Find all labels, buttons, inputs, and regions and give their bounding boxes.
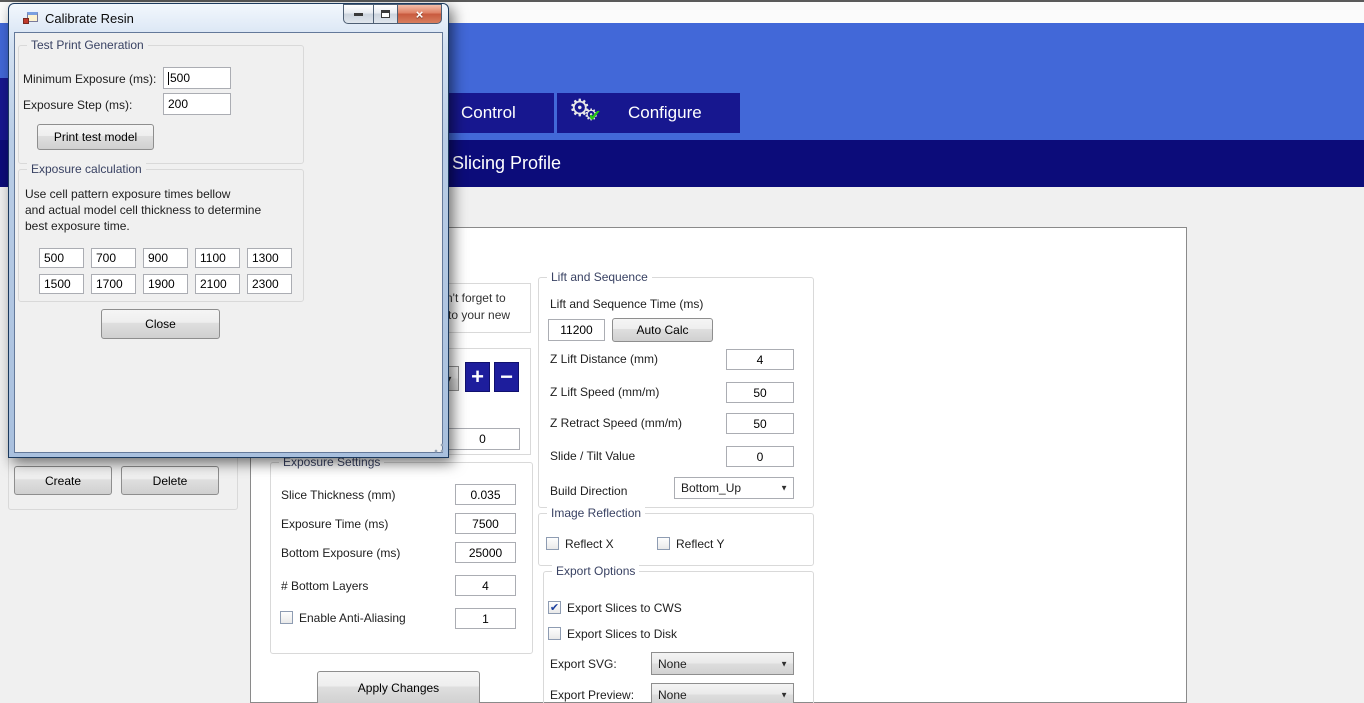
calc-description: Use cell pattern exposure times bellow a…	[25, 187, 262, 233]
export-disk-checkbox[interactable]	[548, 627, 561, 640]
dialog-calibrate-resin: Calibrate Resin × Test Print Generation …	[8, 3, 449, 458]
min-exposure-input[interactable]: 500	[163, 67, 231, 89]
lift-time-input[interactable]: 11200	[548, 319, 605, 341]
export-svg-select[interactable]: None ▼	[651, 652, 794, 675]
anti-aliasing-checkbox[interactable]	[280, 611, 293, 624]
anti-aliasing-input[interactable]: 1	[455, 608, 516, 629]
build-direction-value: Bottom_Up	[681, 481, 742, 495]
print-test-model-button[interactable]: Print test model	[37, 124, 154, 150]
z-retract-speed-input[interactable]: 50	[726, 413, 794, 434]
exposure-step-label: Exposure Step (ms):	[23, 98, 133, 112]
bottom-layers-input[interactable]: 4	[455, 575, 516, 596]
calc-cell-input[interactable]: 1700	[91, 274, 136, 294]
tab-configure[interactable]: ⚙ ⚙ ✔ Configure	[557, 93, 740, 133]
group-title: Test Print Generation	[27, 38, 148, 52]
gears-icon: ⚙ ⚙ ✔	[569, 95, 602, 125]
z-lift-speed-label: Z Lift Speed (mm/m)	[550, 385, 660, 399]
note-line-2: to your new	[448, 308, 511, 322]
build-direction-label: Build Direction	[550, 484, 628, 498]
add-profile-button[interactable]: +	[465, 362, 490, 392]
exposure-time-label: Exposure Time (ms)	[281, 517, 389, 531]
bottom-layers-label: # Bottom Layers	[281, 579, 369, 593]
profile-count-field[interactable]: 0	[445, 428, 520, 450]
z-lift-speed-input[interactable]: 50	[726, 382, 794, 403]
slice-thickness-input[interactable]: 0.035	[455, 484, 516, 505]
note-box: n't forget to to your new	[443, 283, 531, 333]
export-preview-select[interactable]: None ▼	[651, 683, 794, 703]
auto-calc-button[interactable]: Auto Calc	[612, 318, 713, 342]
apply-changes-button[interactable]: Apply Changes	[317, 671, 480, 703]
maximize-icon	[381, 10, 390, 18]
calc-cell-input[interactable]: 2300	[247, 274, 292, 294]
slide-tilt-input[interactable]: 0	[726, 446, 794, 467]
calc-cell-input[interactable]: 500	[39, 248, 84, 268]
maximize-button[interactable]	[373, 4, 398, 24]
group-title: Image Reflection	[547, 506, 646, 520]
text-caret	[168, 71, 169, 85]
reflect-x-checkbox[interactable]	[546, 537, 559, 550]
export-cws-checkbox[interactable]: ✔	[548, 601, 561, 614]
create-button[interactable]: Create	[14, 466, 112, 495]
tab-control[interactable]: Control	[447, 93, 554, 133]
export-disk-label: Export Slices to Disk	[567, 627, 678, 641]
form-icon	[23, 12, 38, 25]
export-cws-label: Export Slices to CWS	[567, 601, 682, 615]
calc-cell-input[interactable]: 1900	[143, 274, 188, 294]
calc-cell-input[interactable]: 1500	[39, 274, 84, 294]
chevron-down-icon: ▼	[780, 690, 788, 699]
bottom-exposure-label: Bottom Exposure (ms)	[281, 546, 401, 560]
remove-profile-button[interactable]: −	[494, 362, 519, 392]
bottom-exposure-input[interactable]: 25000	[455, 542, 516, 563]
export-svg-value: None	[658, 656, 687, 671]
tab-control-label: Control	[461, 103, 516, 122]
z-lift-distance-label: Z Lift Distance (mm)	[550, 352, 659, 366]
reflect-y-label: Reflect Y	[676, 537, 725, 551]
group-title: Export Options	[552, 564, 640, 578]
reflect-x-label: Reflect X	[565, 537, 614, 551]
export-preview-value: None	[658, 687, 687, 702]
minimize-button[interactable]	[343, 4, 374, 24]
anti-aliasing-label: Enable Anti-Aliasing	[299, 611, 406, 625]
reflect-y-checkbox[interactable]	[657, 537, 670, 550]
resize-grip[interactable]	[434, 443, 444, 453]
chevron-down-icon: ▼	[780, 659, 788, 668]
note-line-1: n't forget to	[446, 291, 506, 305]
close-icon: ×	[415, 6, 424, 22]
chevron-down-icon: ▼	[780, 483, 788, 493]
minimize-icon	[354, 12, 363, 16]
z-retract-speed-label: Z Retract Speed (mm/m)	[550, 416, 683, 430]
screen: Control ⚙ ⚙ ✔ Configure Slicing Profile …	[0, 0, 1364, 703]
export-preview-label: Export Preview:	[550, 688, 635, 702]
exposure-step-input[interactable]: 200	[163, 93, 231, 115]
calc-cell-input[interactable]: 900	[143, 248, 188, 268]
slice-thickness-label: Slice Thickness (mm)	[281, 488, 396, 502]
slide-tilt-label: Slide / Tilt Value	[550, 449, 636, 463]
export-svg-label: Export SVG:	[550, 657, 617, 671]
exposure-time-input[interactable]: 7500	[455, 513, 516, 534]
group-title: Lift and Sequence	[547, 270, 652, 284]
calc-cell-input[interactable]: 1100	[195, 248, 240, 268]
calc-cell-input[interactable]: 2100	[195, 274, 240, 294]
group-title: Exposure calculation	[27, 162, 146, 176]
calc-cell-input[interactable]: 700	[91, 248, 136, 268]
check-icon: ✔	[549, 602, 560, 614]
green-check-icon: ✔	[588, 108, 602, 125]
dialog-title: Calibrate Resin	[45, 11, 134, 26]
lift-time-label: Lift and Sequence Time (ms)	[550, 297, 704, 311]
build-direction-select[interactable]: Bottom_Up ▼	[674, 477, 794, 499]
calc-cell-input[interactable]: 1300	[247, 248, 292, 268]
min-exposure-label: Minimum Exposure (ms):	[23, 72, 157, 86]
close-window-button[interactable]: ×	[397, 4, 442, 24]
close-dialog-button[interactable]: Close	[101, 309, 220, 339]
delete-button[interactable]: Delete	[121, 466, 219, 495]
z-lift-distance-input[interactable]: 4	[726, 349, 794, 370]
